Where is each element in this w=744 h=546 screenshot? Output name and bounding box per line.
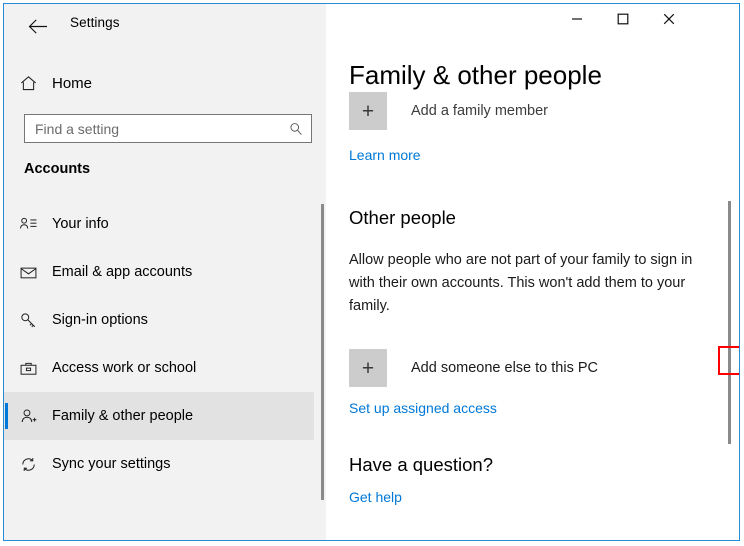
briefcase-icon	[4, 359, 52, 378]
sidebar-item-email-app-accounts[interactable]: Email & app accounts	[4, 248, 314, 296]
sidebar-item-label: Access work or school	[52, 360, 197, 376]
add-family-member-label: Add a family member	[411, 103, 548, 119]
add-family-member-row[interactable]: + Add a family member	[349, 92, 548, 130]
person-add-icon	[4, 407, 52, 426]
have-a-question-heading: Have a question?	[349, 454, 493, 475]
plus-tile-icon: +	[349, 92, 387, 130]
sidebar-category-title: Accounts	[24, 161, 91, 177]
sidebar-item-family-other-people[interactable]: Family & other people	[4, 392, 314, 440]
search-icon[interactable]	[281, 121, 311, 137]
sidebar-nav-list: Your info Email & app accounts Sign-in o…	[4, 200, 314, 488]
navigation-sidebar: Home Accounts	[4, 4, 326, 540]
plus-glyph: +	[361, 356, 375, 380]
content-pane: + Add a family member Family & other peo…	[326, 4, 739, 540]
sidebar-item-label: Family & other people	[52, 408, 194, 424]
sidebar-item-label: Your info	[52, 216, 109, 232]
sidebar-item-sign-in-options[interactable]: Sign-in options	[4, 296, 314, 344]
home-icon	[4, 74, 52, 93]
sidebar-item-label: Email & app accounts	[52, 264, 193, 280]
sidebar-scrollbar-thumb[interactable]	[321, 204, 324, 500]
other-people-description: Allow people who are not part of your fa…	[349, 252, 693, 314]
add-someone-else-label: Add someone else to this PC	[411, 360, 598, 376]
key-icon	[4, 311, 52, 330]
set-up-assigned-access-link[interactable]: Set up assigned access	[349, 400, 497, 416]
sidebar-item-your-info[interactable]: Your info	[4, 200, 314, 248]
sidebar-item-home[interactable]: Home	[4, 64, 304, 102]
back-button[interactable]	[16, 8, 60, 44]
settings-window: Home Accounts	[3, 3, 740, 541]
plus-tile-icon: +	[349, 349, 387, 387]
sidebar-item-label: Sign-in options	[52, 312, 148, 328]
envelope-icon	[4, 263, 52, 282]
sidebar-item-access-work-or-school[interactable]: Access work or school	[4, 344, 314, 392]
search-input[interactable]	[25, 115, 281, 142]
app-title: Settings	[70, 15, 120, 30]
title-bar: Settings	[4, 4, 739, 48]
close-button[interactable]	[646, 4, 692, 34]
get-help-link[interactable]: Get help	[349, 489, 402, 505]
content-scrollbar-thumb[interactable]	[728, 201, 731, 444]
person-details-icon	[4, 215, 52, 234]
search-box[interactable]	[24, 114, 312, 143]
sidebar-item-label: Sync your settings	[52, 456, 171, 472]
learn-more-link[interactable]: Learn more	[349, 147, 421, 163]
other-people-heading: Other people	[349, 207, 456, 228]
minimize-button[interactable]	[554, 4, 600, 34]
page-title: Family & other people	[349, 59, 729, 92]
sidebar-item-sync-your-settings[interactable]: Sync your settings	[4, 440, 314, 488]
sidebar-item-home-label: Home	[52, 74, 93, 92]
sync-icon	[4, 455, 52, 474]
maximize-button[interactable]	[600, 4, 646, 34]
add-someone-else-row[interactable]: + Add someone else to this PC	[349, 349, 598, 387]
plus-glyph: +	[361, 99, 375, 123]
